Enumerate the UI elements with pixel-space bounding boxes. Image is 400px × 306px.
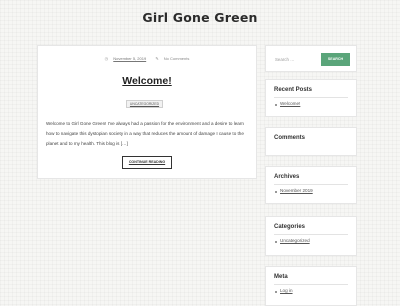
search-button[interactable]: SEARCH	[321, 53, 350, 66]
bullet-icon	[275, 191, 277, 193]
recent-posts-widget: Recent Posts Welcome!	[265, 79, 357, 117]
post-date[interactable]: ◷ November 5, 2019	[103, 56, 149, 61]
meta-title: Meta	[274, 274, 288, 280]
clock-icon: ◷	[104, 56, 109, 61]
divider	[274, 234, 348, 235]
categories-title: Categories	[274, 224, 306, 230]
archives-title: Archives	[274, 174, 300, 180]
bullet-icon	[275, 104, 277, 106]
categories-widget: Categories Uncategorized	[265, 216, 357, 256]
post-card: ◷ November 5, 2019 ✎ No Comments Welcome…	[37, 45, 257, 179]
post-category-tag[interactable]: UNCATEGORIZED	[126, 100, 163, 108]
comments-widget: Comments	[265, 127, 357, 156]
post-date-text[interactable]: November 5, 2019	[113, 56, 146, 61]
divider	[274, 184, 348, 185]
divider	[274, 97, 348, 98]
continue-reading-button[interactable]: CONTINUE READING	[122, 156, 172, 169]
site-title[interactable]: Girl Gone Green	[0, 10, 400, 25]
meta-widget: Meta Log in	[265, 266, 357, 306]
category-link[interactable]: Uncategorized	[280, 238, 310, 243]
bullet-icon	[275, 291, 277, 293]
bullet-icon	[275, 241, 277, 243]
archives-widget: Archives November 2019	[265, 166, 357, 204]
divider	[274, 284, 348, 285]
post-title[interactable]: Welcome!	[38, 75, 256, 87]
login-link[interactable]: Log in	[280, 288, 293, 293]
search-input[interactable]	[275, 53, 313, 66]
comment-icon: ✎	[155, 56, 159, 61]
post-meta: ◷ November 5, 2019 ✎ No Comments	[38, 56, 256, 61]
post-comments[interactable]: ✎ No Comments	[153, 56, 191, 61]
recent-post-link[interactable]: Welcome!	[280, 101, 300, 106]
comments-title: Comments	[274, 135, 306, 141]
archive-link[interactable]: November 2019	[280, 188, 313, 193]
post-comments-text[interactable]: No Comments	[164, 56, 190, 61]
post-excerpt: Welcome to Girl Gone Green! I've always …	[46, 121, 244, 146]
search-widget: SEARCH	[265, 45, 357, 72]
recent-posts-title: Recent Posts	[274, 87, 313, 93]
